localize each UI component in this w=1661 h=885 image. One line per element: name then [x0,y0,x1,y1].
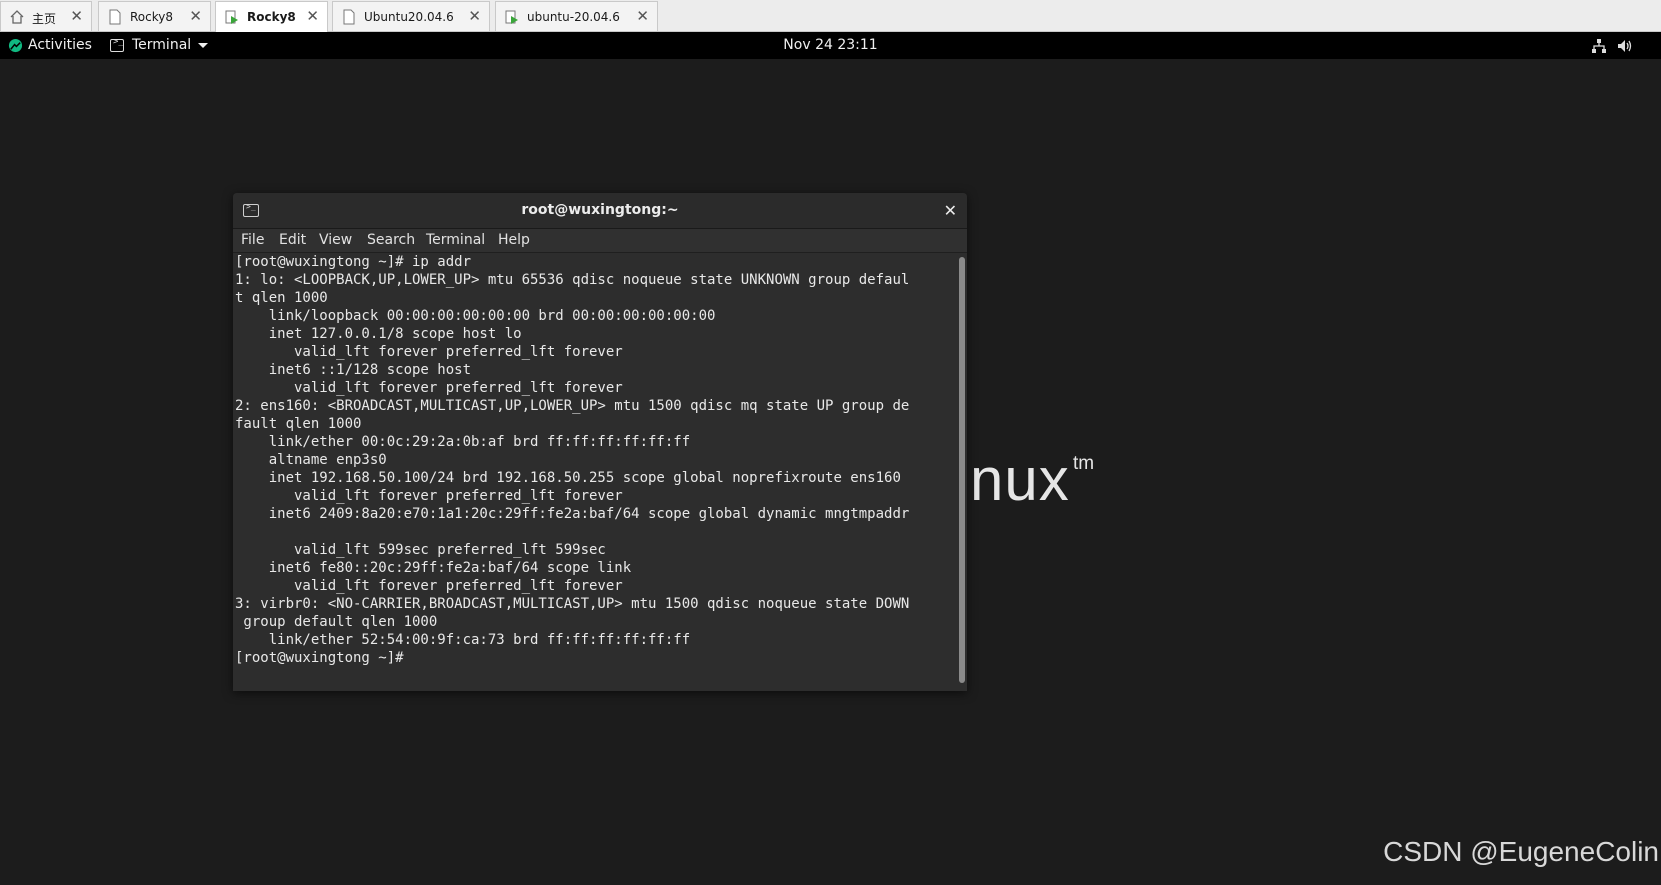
terminal-line: valid_lft forever preferred_lft forever [235,578,623,594]
terminal-line: link/loopback 00:00:00:00:00:00 brd 00:0… [235,308,716,324]
desktop-logo-text: nux [970,446,1070,513]
tab-home[interactable]: 主页 ✕ [0,1,92,31]
tab-close-icon[interactable]: ✕ [70,8,83,24]
terminal-line: inet6 fe80::20c:29ff:fe2a:baf/64 scope l… [235,560,632,576]
tab-label: Rocky8 [247,10,296,24]
terminal-output[interactable]: [root@wuxingtong ~]# ip addr 1: lo: <LOO… [233,253,957,691]
terminal-line: link/ether 00:0c:29:2a:0b:af brd ff:ff:f… [235,434,691,450]
tab-ubuntu-config[interactable]: Ubuntu20.04.6 ✕ [332,1,490,31]
vm-running-icon [505,10,518,24]
terminal-line: fault qlen 1000 [235,416,362,432]
terminal-line: valid_lft 599sec preferred_lft 599sec [235,542,606,558]
terminal-line: inet6 2409:8a20:e70:1a1:20c:29ff:fe2a:ba… [235,506,910,522]
terminal-line: group default qlen 1000 [235,614,438,630]
system-tray[interactable] [1591,36,1641,56]
vm-running-icon [225,10,238,24]
terminal-line: inet 192.168.50.100/24 brd 192.168.50.25… [235,470,901,486]
terminal-line: 3: virbr0: <NO-CARRIER,BROADCAST,MULTICA… [235,596,910,612]
terminal-line: t qlen 1000 [235,290,328,306]
home-icon [10,10,24,24]
menu-edit[interactable]: Edit [279,232,306,248]
terminal-title: root@wuxingtong:~ [521,202,679,218]
terminal-menubar: File Edit View Search Terminal Help [233,229,967,253]
menu-help[interactable]: Help [498,232,530,248]
terminal-line: inet6 ::1/128 scope host [235,362,472,378]
vm-tab-bar: 主页 ✕ Rocky8 ✕ Rocky8 ✕ Ubuntu20.04.6 ✕ u… [0,0,1661,32]
menu-terminal[interactable]: Terminal [426,232,485,248]
terminal-line: inet 127.0.0.1/8 scope host lo [235,326,522,342]
terminal-line: link/ether 52:54:00:9f:ca:73 brd ff:ff:f… [235,632,691,648]
terminal-line: valid_lft forever preferred_lft forever [235,488,623,504]
terminal-window: >_ root@wuxingtong:~ ✕ File Edit View Se… [233,193,967,691]
tab-label: Rocky8 [130,10,173,24]
menu-search[interactable]: Search [367,232,415,248]
volume-icon [1618,40,1632,52]
menu-file[interactable]: File [241,232,264,248]
tab-close-icon[interactable]: ✕ [636,8,649,24]
terminal-titlebar[interactable]: >_ root@wuxingtong:~ ✕ [233,193,967,229]
tab-close-icon[interactable]: ✕ [468,8,481,24]
terminal-line: valid_lft forever preferred_lft forever [235,380,623,396]
terminal-scrollbar[interactable] [959,257,965,683]
terminal-prompt-line: [root@wuxingtong ~]# [235,650,413,666]
terminal-line: altname enp3s0 [235,452,387,468]
watermark: CSDN @EugeneColin [1383,836,1659,867]
tab-close-icon[interactable]: ✕ [306,8,319,24]
document-icon [109,9,121,25]
clock[interactable]: Nov 24 23:11 [0,37,1661,53]
menu-view[interactable]: View [319,232,352,248]
tab-close-icon[interactable]: ✕ [189,8,202,24]
document-icon [343,9,355,25]
desktop-logo-tm: tm [1073,453,1095,474]
tab-rocky8-inactive[interactable]: Rocky8 ✕ [98,1,211,31]
network-wired-icon [1592,39,1606,53]
tab-label: Ubuntu20.04.6 [364,10,454,24]
terminal-line: valid_lft forever preferred_lft forever [235,344,623,360]
gnome-top-bar: Activities >_ Terminal Nov 24 23:11 [0,32,1661,59]
tab-ubuntu-vm[interactable]: ubuntu-20.04.6 ✕ [495,1,658,31]
tab-label: ubuntu-20.04.6 [527,10,620,24]
close-icon[interactable]: ✕ [944,201,957,220]
tab-label: 主页 [32,12,57,26]
tab-rocky8-active[interactable]: Rocky8 ✕ [215,1,328,32]
terminal-line: 2: ens160: <BROADCAST,MULTICAST,UP,LOWER… [235,398,910,414]
terminal-line: 1: lo: <LOOPBACK,UP,LOWER_UP> mtu 65536 … [235,272,910,288]
terminal-line: [root@wuxingtong ~]# ip addr [235,254,472,270]
